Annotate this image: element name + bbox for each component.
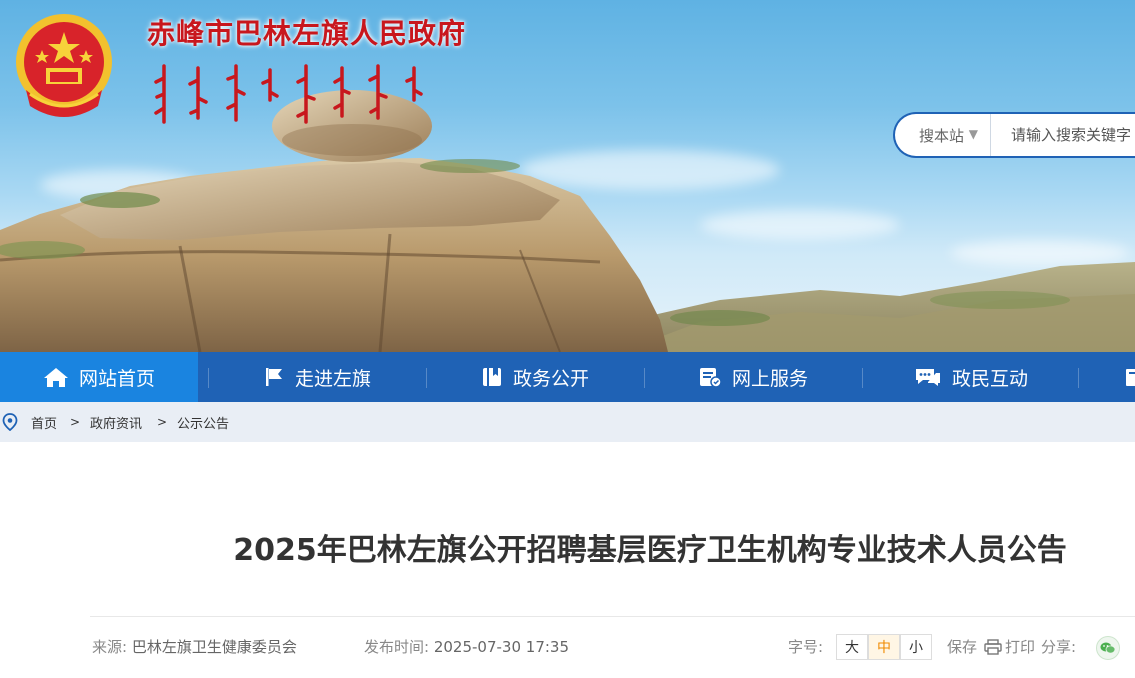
print-label: 打印	[1005, 638, 1036, 656]
service-card-icon	[699, 368, 722, 388]
wechat-icon	[1100, 642, 1116, 654]
date-label: 发布时间:	[364, 638, 430, 656]
breadcrumb-home-link[interactable]: 首页	[31, 402, 57, 442]
search-box: 搜本站 ▼	[893, 112, 1135, 158]
rock-landscape-image	[0, 90, 1135, 352]
search-scope-select[interactable]: 搜本站 ▼	[895, 114, 991, 156]
nav-item-label: 网站首页	[78, 367, 155, 390]
source-value: 巴林左旗卫生健康委员会	[131, 638, 297, 656]
breadcrumb: 首页 > 政府资讯 > 公示公告	[0, 402, 1135, 442]
search-input[interactable]	[991, 113, 1135, 157]
nav-item-interaction[interactable]: 政民互动	[872, 352, 1070, 402]
nav-item-label: 网上服务	[731, 367, 808, 390]
font-size-large-button[interactable]: 大	[836, 634, 868, 660]
chat-icon	[915, 369, 940, 386]
printer-icon	[984, 638, 1002, 655]
nav-divider	[208, 368, 209, 388]
font-size-small-button[interactable]: 小	[900, 634, 932, 660]
nav-item-label: 政民互动	[951, 367, 1028, 390]
caret-down-icon: ▼	[968, 127, 978, 141]
font-size-medium-button[interactable]: 中	[868, 634, 900, 660]
date-value: 2025-07-30 17:35	[433, 638, 570, 656]
nav-item-label: 政务公开	[512, 367, 589, 390]
font-size-label: 字号:	[788, 638, 824, 656]
breadcrumb-news-link[interactable]: 政府资讯	[90, 402, 142, 442]
title-divider	[90, 616, 1135, 617]
mongolian-script-title	[154, 64, 423, 124]
nav-item-more[interactable]	[1088, 352, 1135, 402]
header-banner: 赤峰市巴林左旗人民政府 搜本站 ▼	[0, 0, 1135, 352]
main-nav: 网站首页 走进左旗 政务公开 网上服务 政民互动	[0, 352, 1135, 402]
breadcrumb-separator: >	[157, 415, 168, 429]
flag-icon	[265, 368, 282, 386]
nav-item-about[interactable]: 走进左旗	[218, 352, 416, 402]
nav-item-online-service[interactable]: 网上服务	[654, 352, 852, 402]
book-icon	[482, 368, 501, 386]
print-button[interactable]: 打印	[984, 636, 1035, 657]
nav-item-gov-affairs[interactable]: 政务公开	[436, 352, 634, 402]
national-emblem-icon	[16, 14, 112, 117]
search-scope-label: 搜本站	[919, 126, 965, 145]
save-button[interactable]: 保存	[947, 636, 977, 657]
nav-divider	[862, 368, 863, 388]
home-icon	[43, 368, 68, 387]
breadcrumb-separator: >	[70, 415, 81, 429]
article-date: 发布时间: 2025-07-30 17:35	[364, 636, 569, 657]
location-pin-icon	[2, 413, 18, 431]
article-title: 2025年巴林左旗公开招聘基层医疗卫生机构专业技术人员公告	[233, 533, 1067, 568]
nav-divider	[426, 368, 427, 388]
nav-divider	[1078, 368, 1079, 388]
share-label: 分享:	[1041, 638, 1077, 656]
source-label: 来源:	[92, 638, 128, 656]
wechat-share-button[interactable]	[1096, 636, 1120, 660]
breadcrumb-notice-link[interactable]: 公示公告	[177, 402, 229, 442]
nav-item-label: 走进左旗	[294, 367, 371, 390]
save-label: 保存	[947, 638, 978, 656]
article-source: 来源: 巴林左旗卫生健康委员会	[92, 636, 297, 657]
nav-item-home[interactable]: 网站首页	[0, 352, 198, 402]
data-icon	[1126, 369, 1135, 386]
site-title: 赤峰市巴林左旗人民政府	[147, 17, 467, 50]
nav-divider	[644, 368, 645, 388]
